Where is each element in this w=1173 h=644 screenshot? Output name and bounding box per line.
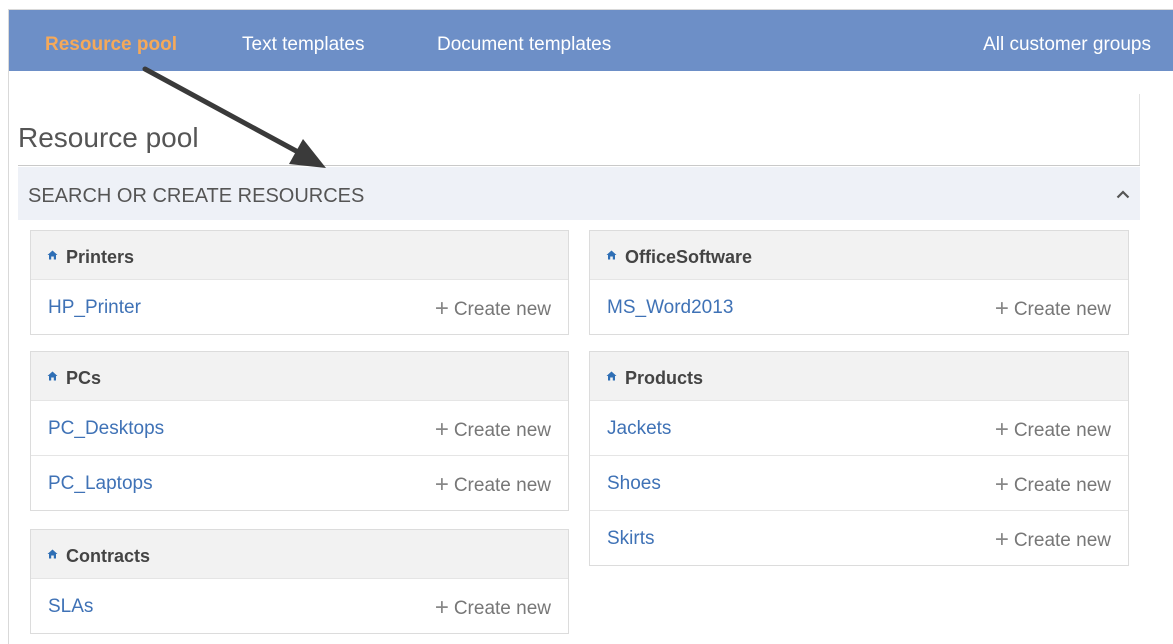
group-pcs: PCs PC_Desktops + Create new PC_Laptops +… [30,351,569,511]
resource-row: MS_Word2013 + Create new [590,279,1128,334]
create-new-label: Create new [453,598,551,619]
nav-resource-pool[interactable]: Resource pool [45,10,177,71]
home-icon [47,549,58,559]
resource-link[interactable]: Shoes [607,456,661,511]
nav-document-templates[interactable]: Document templates [437,10,611,71]
create-new-button[interactable]: + Create new [995,456,1111,513]
home-icon [47,250,58,260]
create-new-button[interactable]: + Create new [995,280,1111,337]
resource-row: HP_Printer + Create new [31,279,568,334]
nav-all-customer-groups[interactable]: All customer groups [983,10,1151,71]
resource-row: Jackets + Create new [590,400,1128,455]
create-new-label: Create new [453,420,551,441]
create-new-button[interactable]: + Create new [435,280,551,337]
resource-link[interactable]: PC_Laptops [48,456,153,511]
plus-icon: + [994,295,1009,322]
create-new-button[interactable]: + Create new [435,579,551,636]
resource-row: PC_Desktops + Create new [31,400,568,455]
nav-text-templates[interactable]: Text templates [242,10,365,71]
plus-icon: + [434,471,449,498]
resource-link[interactable]: PC_Desktops [48,401,164,456]
create-new-button[interactable]: + Create new [435,401,551,458]
group-products: Products Jackets + Create new Shoes + Crea… [589,351,1129,566]
resource-row: SLAs + Create new [31,578,568,633]
resource-row: PC_Laptops + Create new [31,455,568,510]
resource-row: Skirts + Create new [590,510,1128,565]
group-title: Contracts [66,546,151,566]
resource-link[interactable]: HP_Printer [48,280,141,335]
plus-icon: + [434,594,449,621]
group-header: OfficeSoftware [590,231,1128,279]
plus-icon: + [994,416,1009,443]
home-icon [47,371,58,381]
create-new-label: Create new [1013,475,1111,496]
group-title: PCs [66,368,102,388]
top-navigation: Resource pool Text templates Document te… [9,10,1173,71]
home-icon [606,371,617,381]
create-new-label: Create new [1013,299,1111,320]
resource-link[interactable]: Skirts [607,511,655,566]
group-title: Products [625,368,704,388]
resource-row: Shoes + Create new [590,455,1128,510]
title-divider [18,165,1140,166]
create-new-button[interactable]: + Create new [435,456,551,513]
create-new-label: Create new [1013,530,1111,551]
group-header: Printers [31,231,568,279]
resource-link[interactable]: Jackets [607,401,671,456]
create-new-label: Create new [453,475,551,496]
chevron-up-icon[interactable] [1116,189,1130,199]
group-title: OfficeSoftware [625,247,753,267]
plus-icon: + [994,526,1009,553]
panel-divider [1139,94,1140,166]
group-header: Contracts [31,530,568,578]
create-new-label: Create new [1013,420,1111,441]
group-header: Products [590,352,1128,400]
plus-icon: + [994,471,1009,498]
search-create-section-header[interactable]: SEARCH OR CREATE RESOURCES [18,167,1140,220]
group-title: Printers [66,247,135,267]
group-officesoftware: OfficeSoftware MS_Word2013 + Create new [589,230,1129,335]
create-new-button[interactable]: + Create new [995,511,1111,568]
group-header: PCs [31,352,568,400]
plus-icon: + [434,416,449,443]
home-icon [606,250,617,260]
create-new-button[interactable]: + Create new [995,401,1111,458]
group-printers: Printers HP_Printer + Create new [30,230,569,335]
create-new-label: Create new [453,299,551,320]
plus-icon: + [434,295,449,322]
section-label: SEARCH OR CREATE RESOURCES [28,185,365,207]
group-contracts: Contracts SLAs + Create new [30,529,569,634]
resource-link[interactable]: MS_Word2013 [607,280,733,335]
resource-link[interactable]: SLAs [48,579,93,634]
page-title: Resource pool [18,122,199,153]
